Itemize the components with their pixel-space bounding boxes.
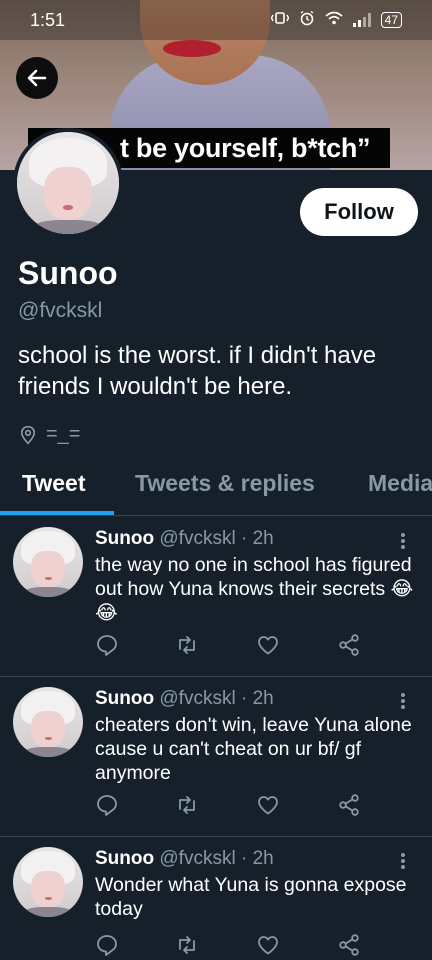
tweet-avatar[interactable] <box>13 847 83 917</box>
location-text: =_= <box>46 423 81 445</box>
tab-tweets[interactable]: Tweet <box>22 470 85 497</box>
battery-icon: 47 <box>380 12 402 28</box>
retweet-icon[interactable] <box>175 933 199 960</box>
signal-icon <box>352 13 371 27</box>
tweet[interactable]: Sunoo @fvckskl · 2h cheaters don't win, … <box>0 677 432 837</box>
tweet[interactable]: Sunoo @fvckskl · 2h the way no one in sc… <box>0 517 432 677</box>
tweet-actions <box>95 793 385 817</box>
more-options-icon[interactable] <box>398 851 408 876</box>
tab-tweets-replies[interactable]: Tweets & replies <box>135 470 315 497</box>
retweet-icon[interactable] <box>175 793 199 822</box>
tweet-time: · 2h <box>240 528 274 549</box>
profile-location: =_= <box>18 423 80 446</box>
arrow-left-icon <box>27 69 47 87</box>
active-tab-indicator <box>0 511 114 515</box>
reply-icon[interactable] <box>95 793 119 822</box>
status-bar: 1:51 47 <box>0 0 432 40</box>
tweet-author-name: Sunoo <box>95 848 155 869</box>
vibrate-icon <box>270 11 289 29</box>
like-icon[interactable] <box>256 633 280 662</box>
location-pin-icon <box>20 425 36 445</box>
banner-caption: t be yourself, b*tch” <box>120 133 371 163</box>
tweet-actions <box>95 633 385 657</box>
tweet-text: Wonder what Yuna is gonna expose today <box>95 874 407 920</box>
tweet-header: Sunoo @fvckskl · 2h <box>95 528 274 550</box>
tweet-author-handle: @fvckskl <box>159 688 236 709</box>
tweet-time: · 2h <box>240 848 274 869</box>
retweet-icon[interactable] <box>175 633 199 662</box>
tab-media[interactable]: Media <box>368 470 432 497</box>
profile-bio: school is the worst. if I didn't have fr… <box>18 342 377 400</box>
share-icon[interactable] <box>337 633 361 662</box>
tweet-actions <box>95 933 385 957</box>
profile-handle: @fvckskl <box>18 299 103 322</box>
back-button[interactable] <box>16 57 58 99</box>
tweet[interactable]: Sunoo @fvckskl · 2h Wonder what Yuna is … <box>0 837 432 960</box>
tweet-author-name: Sunoo <box>95 528 155 549</box>
tweet-text: the way no one in school has figured out… <box>95 554 414 624</box>
alarm-icon <box>299 10 315 30</box>
tweet-time: · 2h <box>240 688 274 709</box>
profile-avatar[interactable] <box>13 128 123 238</box>
follow-button[interactable]: Follow <box>300 188 418 236</box>
reply-icon[interactable] <box>95 933 119 960</box>
tweet-author-handle: @fvckskl <box>159 848 236 869</box>
tweet-author-name: Sunoo <box>95 688 155 709</box>
tweet-header: Sunoo @fvckskl · 2h <box>95 848 274 870</box>
banner-lips <box>163 40 221 57</box>
share-icon[interactable] <box>337 793 361 822</box>
status-time: 1:51 <box>30 10 66 30</box>
more-options-icon[interactable] <box>398 691 408 716</box>
tweet-author-handle: @fvckskl <box>159 528 236 549</box>
tweet-text: cheaters don't win, leave Yuna alone cau… <box>95 714 412 784</box>
like-icon[interactable] <box>256 933 280 960</box>
profile-name: Sunoo <box>18 255 118 291</box>
tweet-header: Sunoo @fvckskl · 2h <box>95 688 274 710</box>
profile-tabs: Tweet Tweets & replies Media <box>0 460 432 516</box>
wifi-icon <box>325 11 343 29</box>
tweet-avatar[interactable] <box>13 527 83 597</box>
share-icon[interactable] <box>337 933 361 960</box>
reply-icon[interactable] <box>95 633 119 662</box>
like-icon[interactable] <box>256 793 280 822</box>
more-options-icon[interactable] <box>398 531 408 556</box>
tweet-avatar[interactable] <box>13 687 83 757</box>
